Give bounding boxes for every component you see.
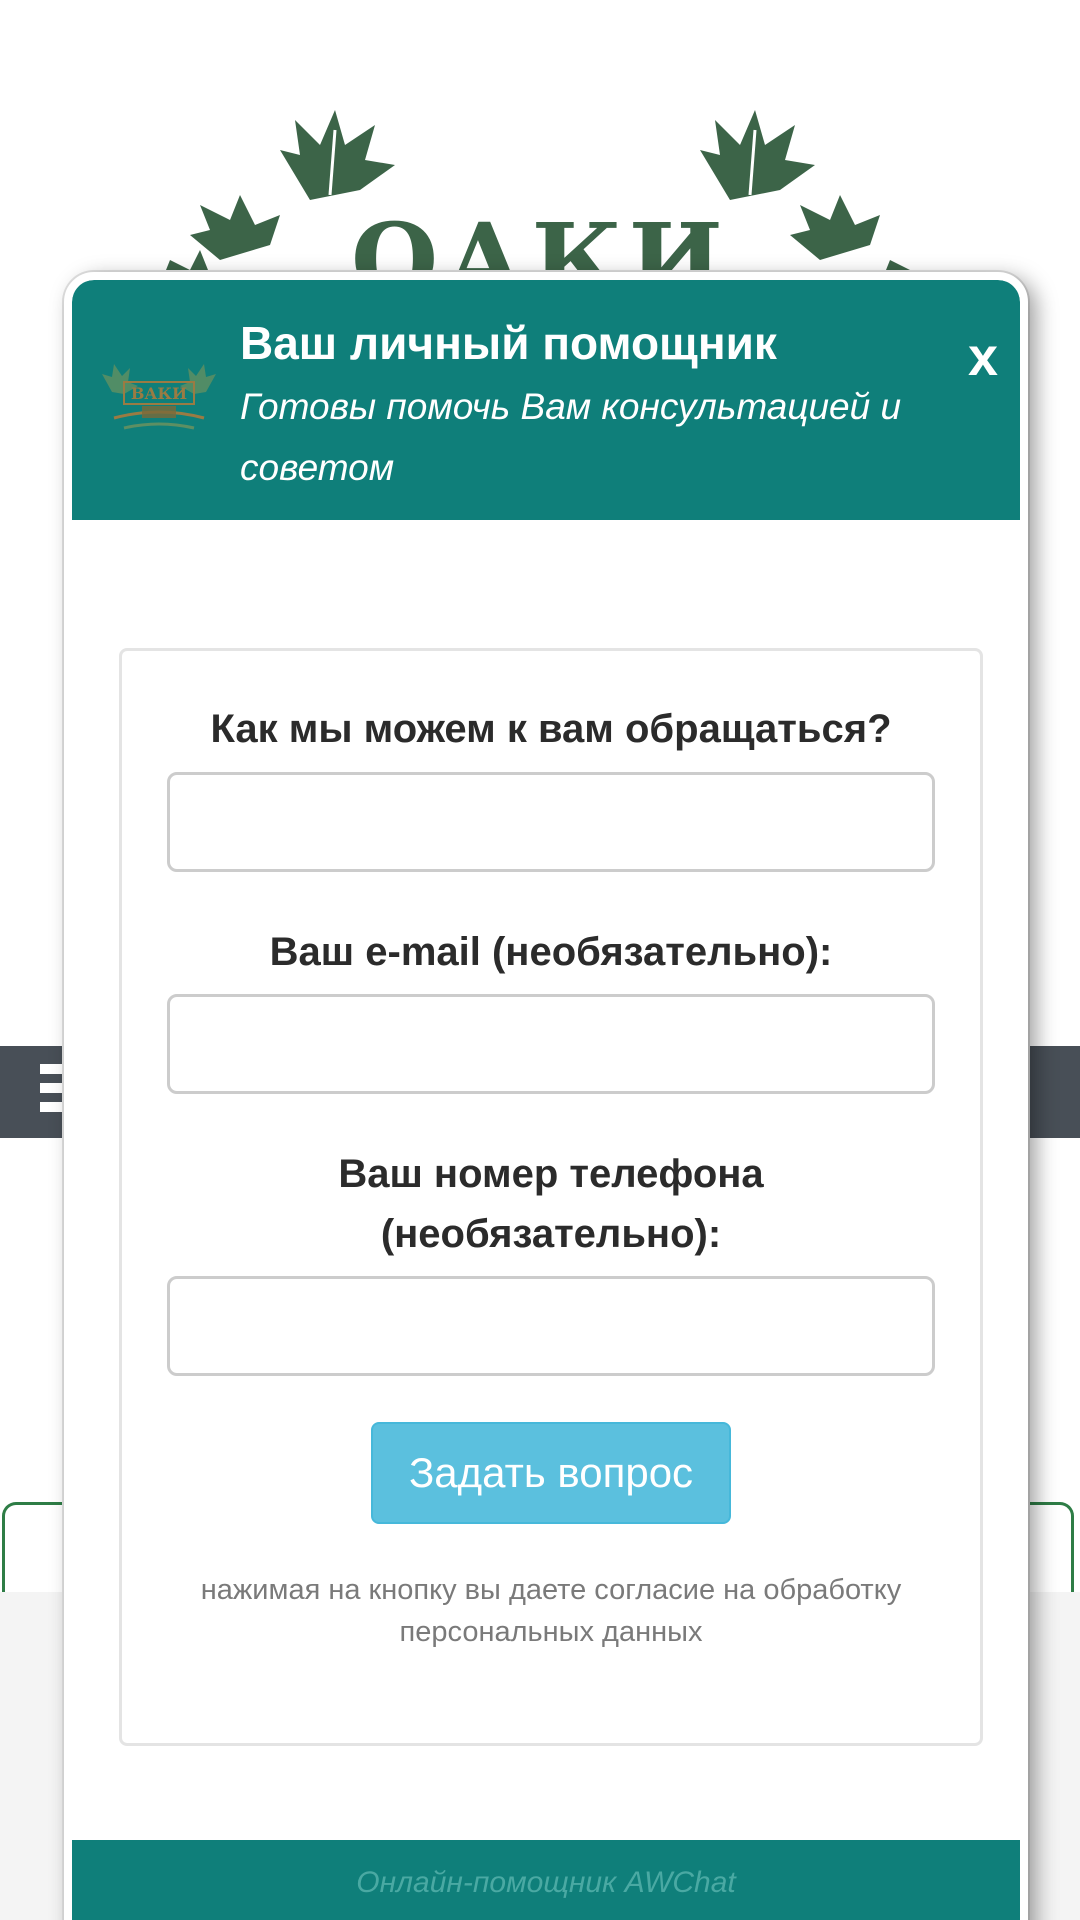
page: ОАКИ ВАКИ Ваш личный помощник Готовы пом… <box>0 0 1080 1920</box>
email-input[interactable] <box>167 994 935 1094</box>
phone-input[interactable] <box>167 1276 935 1376</box>
company-logo-icon: ВАКИ <box>102 364 216 430</box>
close-button[interactable]: x <box>968 330 998 384</box>
ask-question-button[interactable]: Задать вопрос <box>371 1422 731 1524</box>
svg-text:ВАКИ: ВАКИ <box>131 384 187 403</box>
chat-widget-modal: ВАКИ Ваш личный помощник Готовы помочь В… <box>64 272 1028 1920</box>
name-input[interactable] <box>167 772 935 872</box>
chat-widget-title: Ваш личный помощник <box>240 317 777 369</box>
footer-branding-link[interactable]: Онлайн-помощник AWChat <box>72 1868 1020 1898</box>
chat-widget-footer: Онлайн-помощник AWChat <box>72 1840 1020 1920</box>
name-field-label: Как мы можем к вам обращаться? <box>210 707 892 751</box>
consent-notice: нажимая на кнопку вы даете согласие на о… <box>200 1574 902 1648</box>
phone-field-label: Ваш номер телефона (необязательно): <box>338 1152 764 1256</box>
contact-form: Как мы можем к вам обращаться? Ваш e-mai… <box>119 648 983 1746</box>
chat-widget-subtitle: Готовы помочь Вам консультацией и совето… <box>240 386 902 488</box>
email-field-label: Ваш e-mail (необязательно): <box>269 930 833 974</box>
chat-widget-header: ВАКИ Ваш личный помощник Готовы помочь В… <box>72 280 1020 520</box>
